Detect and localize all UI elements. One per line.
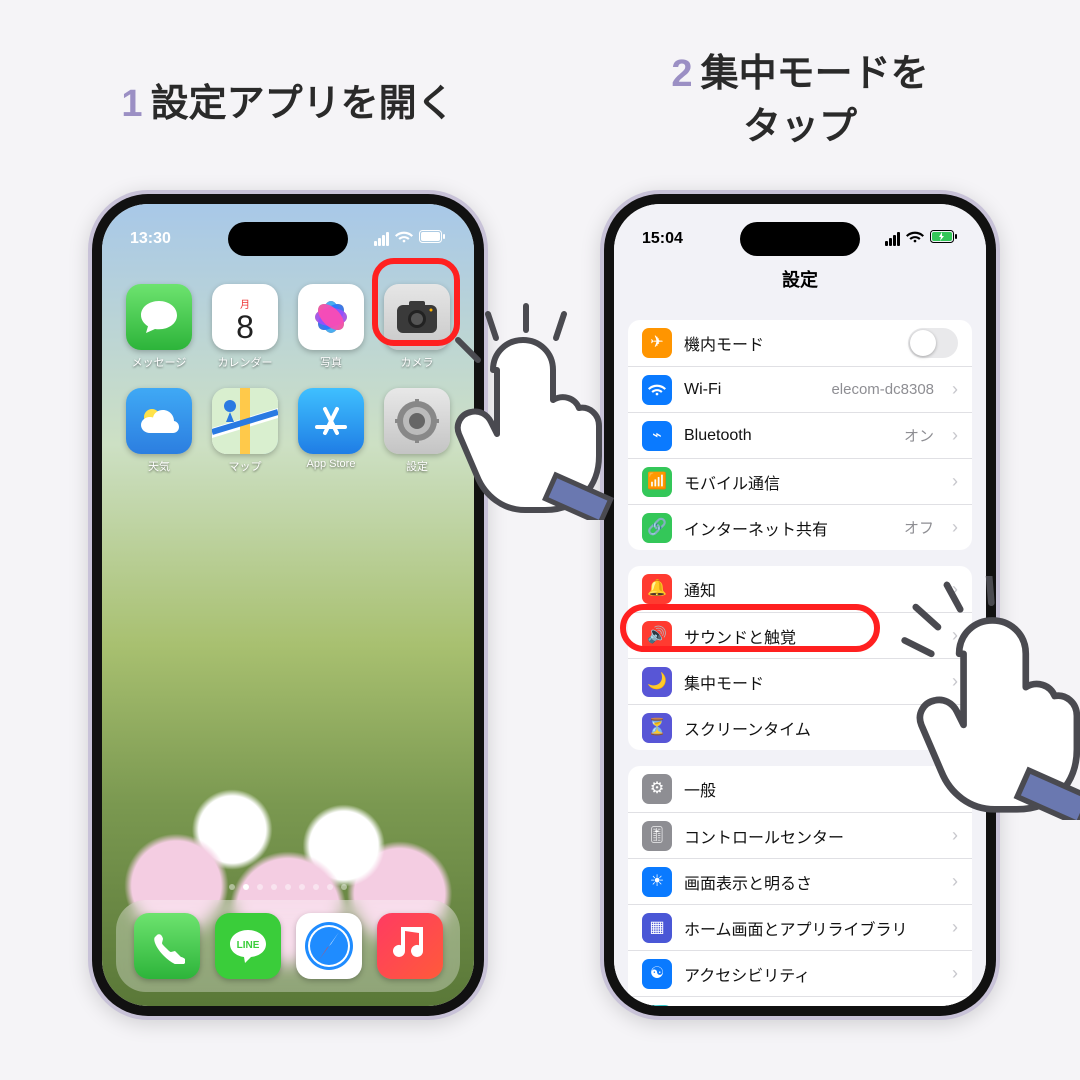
settings-group-connectivity: ✈︎ 機内モード Wi-Fi elecom-dc8308 › ⌁ B: [628, 320, 972, 550]
dock-safari[interactable]: [296, 913, 362, 979]
row-home-screen[interactable]: ▦ ホーム画面とアプリライブラリ ›: [628, 904, 972, 950]
status-time: 13:30: [130, 230, 171, 248]
step1-title: 1設定アプリを開く: [78, 78, 498, 131]
dock: LINE: [116, 900, 460, 992]
battery-charging-icon: [930, 230, 958, 248]
app-settings-label: 設定: [406, 458, 428, 474]
chevron-right-icon: ›: [952, 379, 958, 400]
cellular-icon: 📶: [642, 467, 672, 497]
bluetooth-icon: ⌁: [642, 421, 672, 451]
dock-phone[interactable]: [134, 913, 200, 979]
step2-text-l1: 集中モードを: [701, 53, 929, 95]
app-appstore-label: App Store: [307, 458, 356, 470]
signal-icon: [885, 232, 900, 246]
dynamic-island: [740, 222, 860, 256]
settings-nav-title: 設定: [614, 266, 986, 292]
calendar-icon: 月 8: [212, 284, 278, 350]
wallpaper-icon: 🌸: [642, 1005, 672, 1007]
display-icon: ☀︎: [642, 867, 672, 897]
row-airplane-mode[interactable]: ✈︎ 機内モード: [628, 320, 972, 366]
dock-music[interactable]: [377, 913, 443, 979]
row-display[interactable]: ☀︎ 画面表示と明るさ ›: [628, 858, 972, 904]
chevron-right-icon: ›: [952, 425, 958, 446]
highlight-ring-focus-row: [620, 604, 880, 652]
dock-line[interactable]: LINE: [215, 913, 281, 979]
app-messages[interactable]: メッセージ: [120, 284, 198, 370]
airplane-toggle[interactable]: [908, 328, 958, 358]
wifi-row-icon: [642, 375, 672, 405]
tap-hand-icon: [438, 300, 618, 520]
step2-number: 2: [671, 53, 692, 95]
app-camera-label: カメラ: [401, 354, 434, 370]
weather-icon: [126, 388, 192, 454]
dynamic-island: [228, 222, 348, 256]
general-icon: ⚙︎: [642, 774, 672, 804]
step1-text: 設定アプリを開く: [151, 83, 455, 125]
home-screen-icon: ▦: [642, 913, 672, 943]
battery-icon: [419, 230, 446, 248]
row-accessibility[interactable]: ☯︎ アクセシビリティ ›: [628, 950, 972, 996]
chevron-right-icon: ›: [952, 825, 958, 846]
app-appstore[interactable]: App Store: [292, 388, 370, 474]
accessibility-icon: ☯︎: [642, 959, 672, 989]
messages-icon: [126, 284, 192, 350]
app-weather-label: 天気: [148, 458, 170, 474]
wifi-icon: [906, 230, 924, 249]
app-maps-label: マップ: [229, 458, 262, 474]
focus-icon: 🌙: [642, 667, 672, 697]
svg-text:LINE: LINE: [236, 940, 259, 951]
step1-number: 1: [121, 83, 142, 125]
wifi-icon: [395, 230, 413, 249]
step2-text-l2: タップ: [743, 106, 857, 148]
notifications-icon: 🔔: [642, 574, 672, 604]
step2-title: 2集中モードを タップ: [560, 48, 1040, 154]
chevron-right-icon: ›: [952, 517, 958, 538]
app-maps[interactable]: マップ: [206, 388, 284, 474]
tap-hand-icon: [898, 576, 1080, 820]
app-messages-label: メッセージ: [132, 354, 187, 370]
chevron-right-icon: ›: [952, 471, 958, 492]
photos-icon: [298, 284, 364, 350]
app-weather[interactable]: 天気: [120, 388, 198, 474]
app-photos[interactable]: 写真: [292, 284, 370, 370]
chevron-right-icon: ›: [952, 871, 958, 892]
page-indicator: [102, 884, 474, 890]
app-calendar-label: カレンダー: [218, 354, 273, 370]
screentime-icon: ⏳: [642, 713, 672, 743]
row-cellular[interactable]: 📶 モバイル通信 ›: [628, 458, 972, 504]
appstore-icon: [298, 388, 364, 454]
maps-icon: [212, 388, 278, 454]
airplane-icon: ✈︎: [642, 328, 672, 358]
status-time: 15:04: [642, 230, 683, 248]
row-bluetooth[interactable]: ⌁ Bluetooth オン ›: [628, 412, 972, 458]
signal-icon: [374, 232, 389, 246]
app-calendar[interactable]: 月 8 カレンダー: [206, 284, 284, 370]
app-photos-label: 写真: [320, 354, 342, 370]
control-center-icon: 🎚: [642, 821, 672, 851]
row-wifi[interactable]: Wi-Fi elecom-dc8308 ›: [628, 366, 972, 412]
chevron-right-icon: ›: [952, 917, 958, 938]
row-hotspot[interactable]: 🔗 インターネット共有 オフ ›: [628, 504, 972, 550]
chevron-right-icon: ›: [952, 963, 958, 984]
hotspot-icon: 🔗: [642, 513, 672, 543]
row-wallpaper[interactable]: 🌸 壁紙 ›: [628, 996, 972, 1006]
